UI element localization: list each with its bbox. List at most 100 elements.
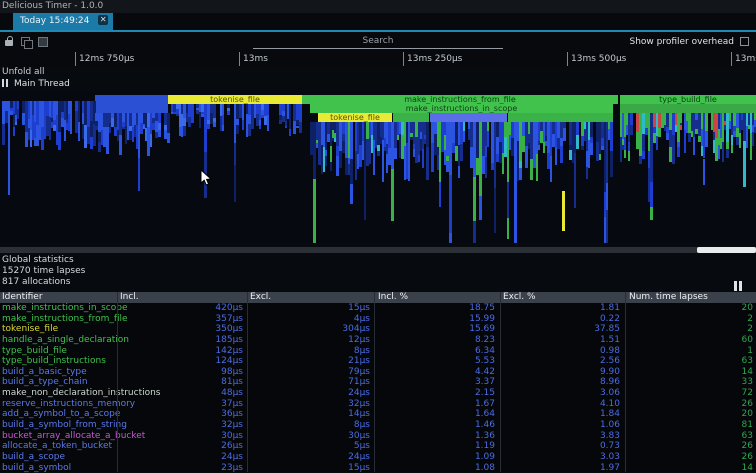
flame-frame[interactable] — [628, 142, 630, 151]
flame-frame[interactable] — [684, 130, 686, 153]
flame-frame[interactable] — [234, 143, 236, 165]
flame-bar-tokenise_file[interactable]: tokenise_file — [168, 95, 302, 104]
flame-frame[interactable] — [650, 182, 653, 207]
flame-frame[interactable] — [479, 196, 482, 220]
flame-frame[interactable] — [722, 142, 724, 162]
flame-frame[interactable] — [267, 104, 269, 115]
flame-frame[interactable] — [150, 134, 152, 146]
flame-frame[interactable] — [536, 154, 538, 182]
flame-frame[interactable] — [590, 122, 593, 137]
flame-frame[interactable] — [167, 113, 170, 133]
overhead-toggle-icon[interactable] — [740, 37, 749, 46]
flame-frame[interactable] — [119, 135, 122, 155]
flame-frame[interactable] — [350, 159, 353, 184]
flame-frame[interactable] — [227, 111, 230, 115]
flame-frame[interactable] — [705, 140, 708, 147]
table-row[interactable]: add_a_symbol_to_a_scope36µs14µs1.641.842… — [0, 409, 756, 420]
flame-frame[interactable] — [507, 218, 509, 239]
flame-frame[interactable] — [213, 104, 216, 118]
flame-frame[interactable] — [610, 122, 613, 151]
flame-frame[interactable] — [460, 144, 463, 161]
table-row[interactable]: type_build_instructions124µs21µs5.532.56… — [0, 356, 756, 367]
table-row[interactable]: make_instructions_from_file357µs4µs15.99… — [0, 314, 756, 325]
flame-frame[interactable] — [590, 143, 593, 156]
flame-frame[interactable] — [630, 125, 633, 135]
flame-frame[interactable] — [183, 126, 186, 136]
flame-frame[interactable] — [463, 122, 465, 131]
search-input[interactable] — [253, 34, 503, 49]
flame-frame[interactable] — [642, 151, 645, 159]
header-incl-pct[interactable]: Incl. % — [378, 292, 408, 303]
flame-frame[interactable] — [350, 184, 353, 204]
flame-frame[interactable] — [731, 145, 733, 153]
main-thread-row[interactable]: Main Thread — [2, 79, 70, 90]
flame-frame[interactable] — [426, 147, 429, 180]
flame-frame[interactable] — [599, 154, 601, 160]
flame-bar[interactable] — [620, 104, 756, 113]
flame-frame[interactable] — [158, 123, 161, 130]
lock-icon[interactable] — [5, 36, 14, 47]
flame-frame[interactable] — [705, 113, 708, 131]
flame-frame[interactable] — [656, 136, 658, 150]
flame-frame[interactable] — [703, 159, 705, 185]
flame-frame[interactable] — [350, 122, 353, 159]
flame-bar[interactable] — [508, 113, 613, 122]
flame-frame[interactable] — [485, 146, 487, 157]
flame-frame[interactable] — [289, 104, 291, 125]
flame-frame[interactable] — [191, 115, 194, 123]
flame-frame[interactable] — [677, 147, 680, 156]
flame-frame[interactable] — [525, 154, 528, 169]
flame-bar-make_instructions_from_file[interactable]: make_instructions_from_file — [302, 95, 618, 104]
flame-frame[interactable] — [267, 115, 269, 131]
flame-frame[interactable] — [109, 127, 111, 134]
flame-bar[interactable] — [95, 95, 168, 113]
flame-frame[interactable] — [752, 132, 754, 146]
table-row[interactable]: make_instructions_in_scope420µs15µs18.75… — [0, 303, 756, 314]
flame-frame[interactable] — [550, 156, 552, 181]
table-row[interactable]: type_build_file142µs8µs6.340.981 — [0, 346, 756, 357]
flame-frame[interactable] — [642, 134, 645, 151]
header-num-time-lapses[interactable]: Num. time lapses — [629, 292, 708, 303]
table-row[interactable]: build_a_symbol_from_string32µs8µs1.461.0… — [0, 420, 756, 431]
flame-frame[interactable] — [330, 162, 332, 170]
flame-frame[interactable] — [299, 122, 302, 133]
horizontal-scrollbar[interactable] — [0, 247, 756, 253]
flame-frame[interactable] — [650, 207, 653, 220]
save-icon[interactable] — [38, 37, 48, 47]
table-row[interactable]: handle_a_single_declaration185µs12µs8.23… — [0, 335, 756, 346]
flame-frame[interactable] — [494, 188, 496, 234]
flame-frame[interactable] — [222, 104, 224, 115]
table-row[interactable]: build_a_scope24µs24µs1.093.0326 — [0, 452, 756, 463]
flame-frame[interactable] — [78, 132, 80, 142]
table-row[interactable]: reserve_instructions_memory37µs32µs1.674… — [0, 399, 756, 410]
flame-frame[interactable] — [439, 182, 441, 208]
table-row[interactable]: build_a_symbol23µs15µs1.081.9714 — [0, 463, 756, 473]
flame-frame[interactable] — [658, 128, 661, 137]
flame-frame[interactable] — [519, 161, 522, 168]
flame-bar-type_build_file[interactable]: type_build_file — [620, 95, 756, 104]
flame-frame[interactable] — [739, 133, 741, 148]
flame-frame[interactable] — [680, 113, 682, 123]
flame-frame[interactable] — [2, 124, 5, 146]
flame-frame[interactable] — [285, 126, 287, 129]
header-identifier[interactable]: Identifier — [2, 292, 43, 303]
flame-frame[interactable] — [299, 104, 302, 122]
flame-frame[interactable] — [576, 135, 579, 149]
flame-frame[interactable] — [624, 150, 626, 158]
flame-frame[interactable] — [58, 142, 61, 150]
flame-frame[interactable] — [259, 125, 261, 128]
flame-frame[interactable] — [705, 131, 708, 141]
flame-frame[interactable] — [514, 199, 517, 241]
flame-frame[interactable] — [743, 141, 746, 187]
flame-frame[interactable] — [78, 122, 80, 132]
flame-frame[interactable] — [140, 129, 143, 134]
flame-frame[interactable] — [251, 120, 254, 129]
flame-frame[interactable] — [693, 137, 695, 155]
flame-frame[interactable] — [339, 151, 342, 168]
pause-button[interactable] — [734, 281, 744, 291]
flame-graph[interactable]: tokenise_filemake_instructions_from_file… — [0, 91, 756, 243]
flame-bar-make_instructions_in_scope[interactable]: make_instructions_in_scope — [310, 104, 613, 113]
flame-frame[interactable] — [222, 125, 224, 131]
flame-frame[interactable] — [473, 177, 476, 221]
flame-frame[interactable] — [78, 101, 80, 122]
